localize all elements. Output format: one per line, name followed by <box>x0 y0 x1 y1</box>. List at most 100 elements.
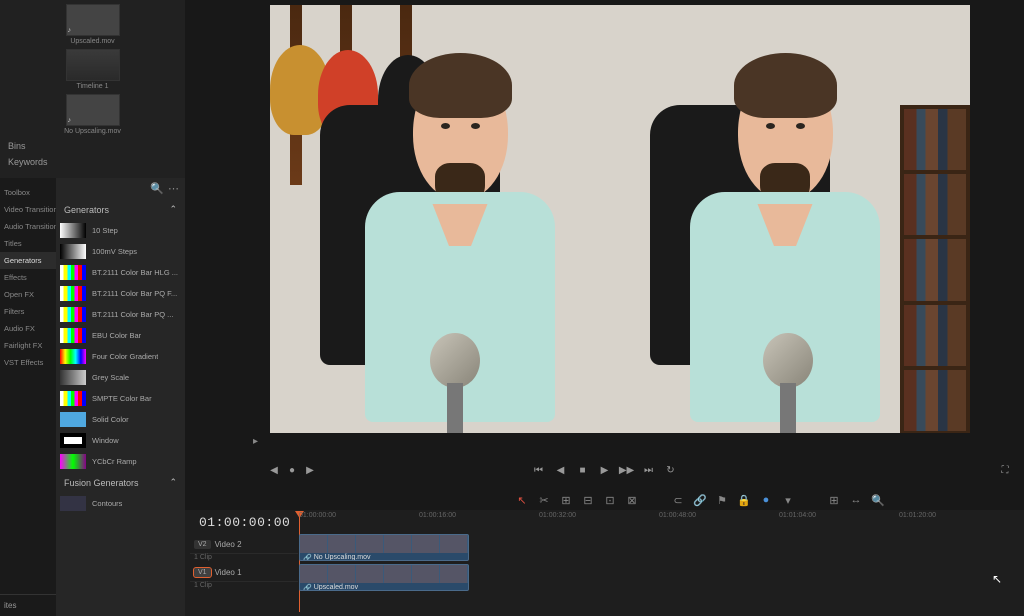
marker-dropdown-icon[interactable]: ▾ <box>780 493 796 507</box>
track-sub: 1 Clip <box>190 554 298 564</box>
fusion-generators-label: Fusion Generators <box>64 478 139 488</box>
generator-item[interactable]: SMPTE Color Bar <box>56 388 185 409</box>
generator-item[interactable]: Window <box>56 430 185 451</box>
category-filters[interactable]: Filters <box>0 303 56 320</box>
generator-label: 100mV Steps <box>92 247 137 256</box>
zoom-fit-icon[interactable]: ↔ <box>848 493 864 507</box>
generator-item[interactable]: Solid Color <box>56 409 185 430</box>
flag-icon[interactable]: ⚑ <box>714 493 730 507</box>
generator-swatch <box>60 433 86 448</box>
expand-viewer-icon[interactable]: ▸ <box>253 436 258 447</box>
generator-item[interactable]: BT.2111 Color Bar PQ ... <box>56 304 185 325</box>
category-openfx[interactable]: Open FX <box>0 286 56 303</box>
chevron-up-icon: ⌃ <box>169 204 177 215</box>
generator-swatch <box>60 328 86 343</box>
play-button[interactable]: ▶ <box>598 463 612 477</box>
smart-bins-section: Bins Keywords <box>0 130 185 178</box>
viewer-left-half <box>270 5 620 433</box>
generator-swatch <box>60 223 86 238</box>
trim-tool-icon[interactable]: ⊞ <box>558 493 574 507</box>
insert-tool-icon[interactable]: ⊟ <box>580 493 596 507</box>
overwrite-tool-icon[interactable]: ⊡ <box>602 493 618 507</box>
viewer-right-half <box>620 5 970 433</box>
stop-button[interactable]: ■ <box>576 463 590 477</box>
category-vst[interactable]: VST Effects <box>0 354 56 371</box>
generator-item[interactable]: YCbCr Ramp <box>56 451 185 472</box>
fusion-generators-header[interactable]: Fusion Generators ⌃ <box>56 472 185 493</box>
generator-swatch <box>60 454 86 469</box>
bins-filter[interactable]: Bins <box>8 138 177 154</box>
clip-v1[interactable]: 🔗Upscaled.mov <box>299 564 469 591</box>
track-header-v1[interactable]: V1 Video 1 <box>190 564 298 582</box>
generator-swatch <box>60 307 86 322</box>
marker-icon[interactable]: ● <box>758 493 774 507</box>
track-badge: V2 <box>194 540 211 549</box>
effects-categories: Toolbox Video Transitions Audio Transiti… <box>0 178 56 616</box>
category-audio-transitions[interactable]: Audio Transitions <box>0 218 56 235</box>
track-headers: V2 Video 2 1 Clip V1 Video 1 1 Clip <box>190 536 298 592</box>
generator-item[interactable]: BT.2111 Color Bar HLG ... <box>56 262 185 283</box>
category-generators[interactable]: Generators <box>0 252 56 269</box>
category-video-transitions[interactable]: Video Transitions <box>0 201 56 218</box>
selection-tool-icon[interactable]: ↖ <box>514 493 530 507</box>
snap-icon[interactable]: ⊂ <box>670 493 686 507</box>
link-icon[interactable]: 🔗 <box>692 493 708 507</box>
category-effects[interactable]: Effects <box>0 269 56 286</box>
category-toolbox[interactable]: Toolbox <box>0 184 56 201</box>
ruler-tick: 01:00:00:00 <box>299 512 336 519</box>
keywords-filter[interactable]: Keywords <box>8 154 177 170</box>
generator-item[interactable]: Grey Scale <box>56 367 185 388</box>
expand-button[interactable]: ⛶ <box>998 463 1012 477</box>
track-header-v2[interactable]: V2 Video 2 <box>190 536 298 554</box>
ruler-tick: 01:00:16:00 <box>419 512 456 519</box>
prev-frame-button[interactable]: ◀ <box>554 463 568 477</box>
generator-label: Solid Color <box>92 415 129 424</box>
generator-item[interactable]: 10 Step <box>56 220 185 241</box>
generator-label: YCbCr Ramp <box>92 457 137 466</box>
lock-icon[interactable]: 🔒 <box>736 493 752 507</box>
media-item[interactable]: ♪ No Upscaling.mov <box>28 94 158 135</box>
generator-item[interactable]: 100mV Steps <box>56 241 185 262</box>
generators-header[interactable]: Generators ⌃ <box>56 199 185 220</box>
more-icon[interactable]: ⋯ <box>168 182 179 195</box>
jog-dot-icon[interactable]: ● <box>285 463 299 477</box>
effects-library: Toolbox Video Transitions Audio Transiti… <box>0 178 185 616</box>
blade-tool-icon[interactable]: ✂ <box>536 493 552 507</box>
transport-controls: ◀ ● ▶ ⏮ ◀ ■ ▶ ▶▶ ⏭ ↻ ⛶ <box>185 460 1024 480</box>
search-icon[interactable]: 🔍 <box>150 182 164 195</box>
jog-right-icon[interactable]: ▶ <box>303 463 317 477</box>
generator-item[interactable]: BT.2111 Color Bar PQ F... <box>56 283 185 304</box>
timeline-ruler[interactable]: 01:00:00:00 01:00:16:00 01:00:32:00 01:0… <box>299 512 1020 530</box>
generator-item[interactable]: EBU Color Bar <box>56 325 185 346</box>
view-options-icon[interactable]: ⊞ <box>826 493 842 507</box>
playhead[interactable] <box>299 512 300 612</box>
generator-swatch <box>60 370 86 385</box>
last-frame-button[interactable]: ⏭ <box>642 463 656 477</box>
next-frame-button[interactable]: ▶▶ <box>620 463 634 477</box>
generator-item[interactable]: Four Color Gradient <box>56 346 185 367</box>
jog-left-icon[interactable]: ◀ <box>267 463 281 477</box>
zoom-icon[interactable]: 🔍 <box>870 493 886 507</box>
media-label: Timeline 1 <box>28 83 158 90</box>
timecode-display[interactable]: 01:00:00:00 <box>199 515 290 530</box>
replace-tool-icon[interactable]: ⊠ <box>624 493 640 507</box>
generators-header-label: Generators <box>64 205 109 215</box>
track-sub: 1 Clip <box>190 582 298 592</box>
media-item[interactable]: ♪ Upscaled.mov <box>28 4 158 45</box>
clip-name-label: Upscaled.mov <box>314 584 358 591</box>
generator-label: Contours <box>92 499 122 508</box>
first-frame-button[interactable]: ⏮ <box>532 463 546 477</box>
loop-button[interactable]: ↻ <box>664 463 678 477</box>
favorites-tab[interactable]: ites <box>0 594 56 616</box>
media-item[interactable]: Timeline 1 <box>28 49 158 90</box>
category-audiofx[interactable]: Audio FX <box>0 320 56 337</box>
program-viewer[interactable] <box>270 5 970 433</box>
audio-badge-icon: ♪ <box>68 117 72 124</box>
category-titles[interactable]: Titles <box>0 235 56 252</box>
clip-v2[interactable]: 🔗No Upscaling.mov <box>299 534 469 561</box>
generator-item[interactable]: Contours <box>56 493 185 514</box>
category-fairlightfx[interactable]: Fairlight FX <box>0 337 56 354</box>
generator-label: 10 Step <box>92 226 118 235</box>
generator-swatch <box>60 349 86 364</box>
generator-swatch <box>60 391 86 406</box>
